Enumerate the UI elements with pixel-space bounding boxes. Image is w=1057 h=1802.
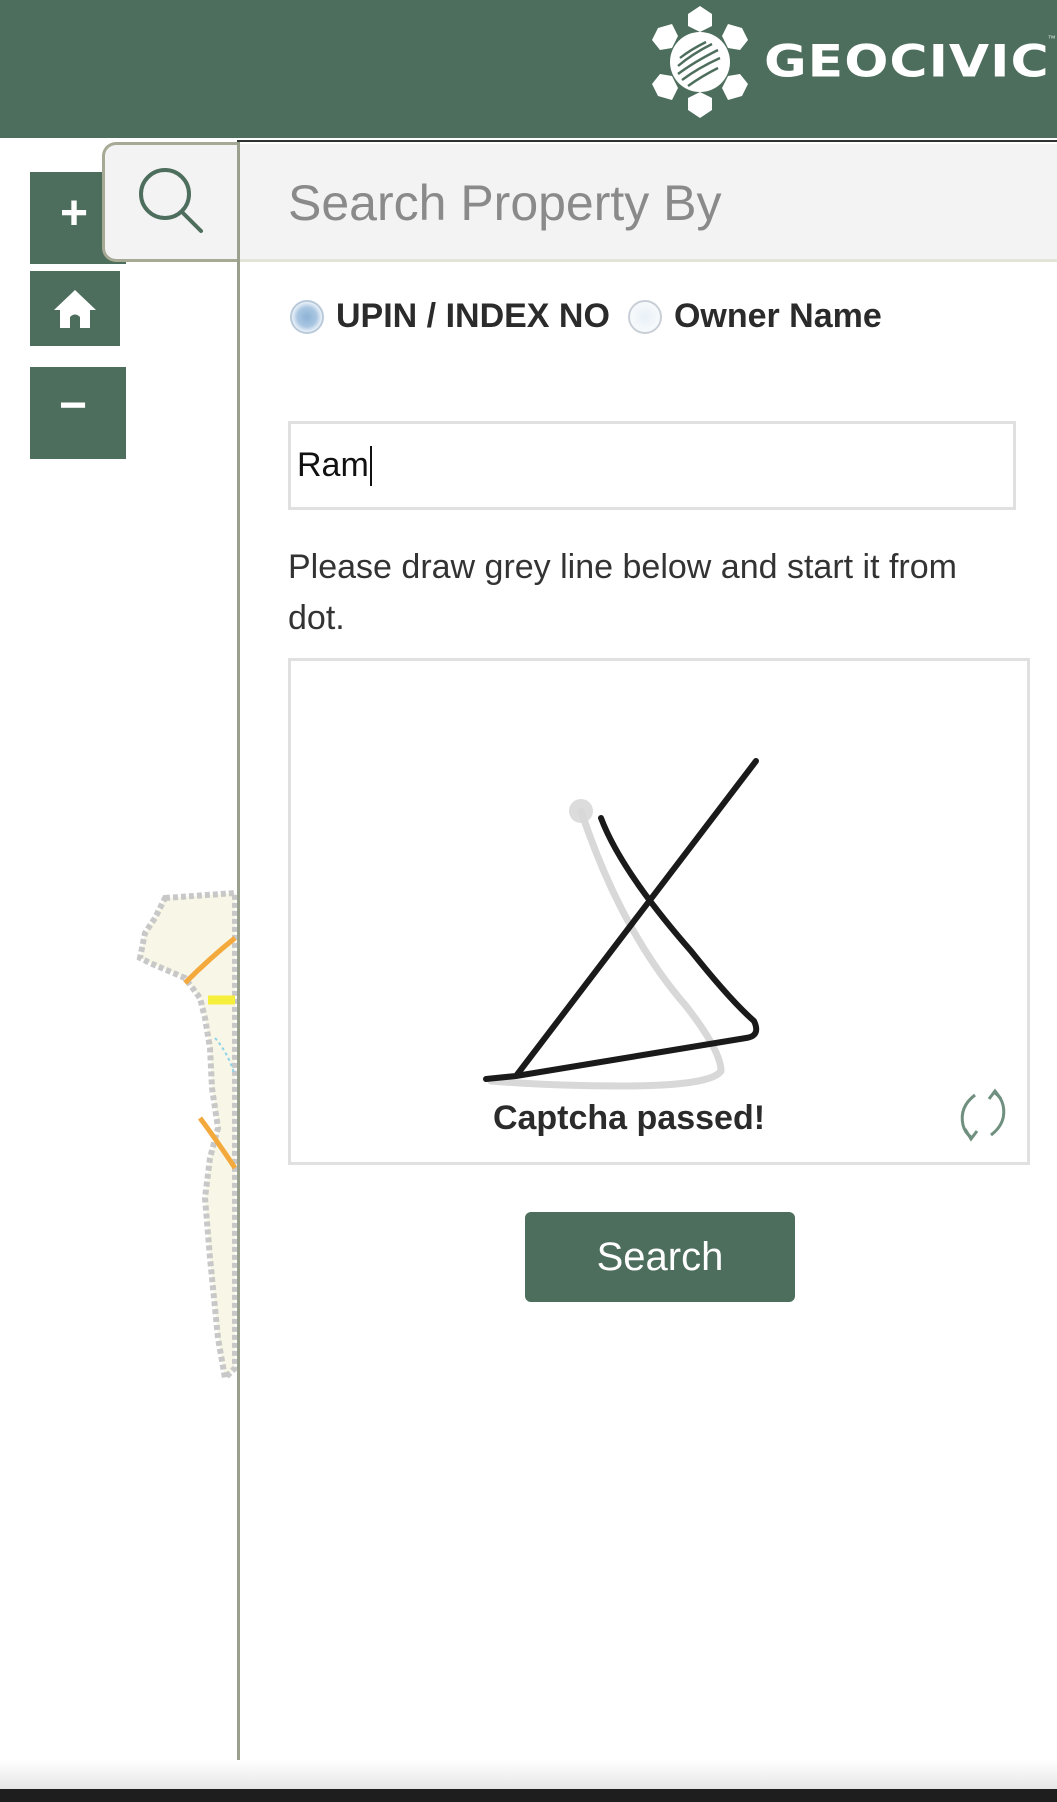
- captcha-status: Captcha passed!: [492, 1099, 766, 1137]
- radio-upin[interactable]: [290, 299, 324, 334]
- radio-option-owner-name[interactable]: Owner Name: [627, 297, 882, 336]
- bottom-shadow: [0, 1760, 1057, 1789]
- captcha-user-stroke: [483, 758, 760, 1082]
- zoom-out-button[interactable]: −: [30, 367, 126, 459]
- home-button[interactable]: [30, 271, 120, 346]
- search-toggle-button[interactable]: [102, 142, 237, 262]
- app-header: GEOCIVIC ™: [0, 0, 1057, 138]
- text-caret: [369, 445, 372, 486]
- panel-title: Search Property By: [288, 175, 722, 231]
- plus-icon: +: [59, 187, 89, 240]
- captcha-drawing-area[interactable]: Captcha passed!: [288, 658, 1030, 1165]
- radio-option-upin[interactable]: UPIN / INDEX NO: [290, 297, 610, 336]
- radio-label-upin: UPIN / INDEX NO: [336, 297, 610, 335]
- search-button[interactable]: Search: [525, 1212, 795, 1302]
- radio-label-owner-name: Owner Name: [673, 297, 882, 335]
- search-property-panel: Search Property By UPIN / INDEX NO Owner…: [237, 142, 1057, 1789]
- refresh-icon[interactable]: [953, 1085, 1013, 1145]
- panel-header: Search Property By: [240, 144, 1057, 262]
- radio-owner-name[interactable]: [627, 299, 662, 334]
- captcha-instruction: Please draw grey line below and start it…: [288, 548, 957, 637]
- geocivic-globe-gear-icon: [652, 6, 748, 118]
- search-by-radio-group: UPIN / INDEX NO Owner Name: [290, 297, 900, 336]
- minus-icon: −: [58, 379, 88, 432]
- search-query-value: Ram: [297, 446, 369, 484]
- geocivic-logo[interactable]: GEOCIVIC ™: [648, 4, 1056, 120]
- captcha-canvas[interactable]: [291, 661, 1033, 1168]
- map-parcel-area: [136, 889, 237, 1385]
- brand-name: GEOCIVIC: [764, 36, 1050, 88]
- search-query-input[interactable]: Ram: [288, 421, 1016, 510]
- home-icon: [54, 289, 96, 328]
- system-navigation-bar: [0, 1789, 1057, 1802]
- search-icon: [139, 168, 203, 233]
- trademark-mark: ™: [1047, 34, 1056, 43]
